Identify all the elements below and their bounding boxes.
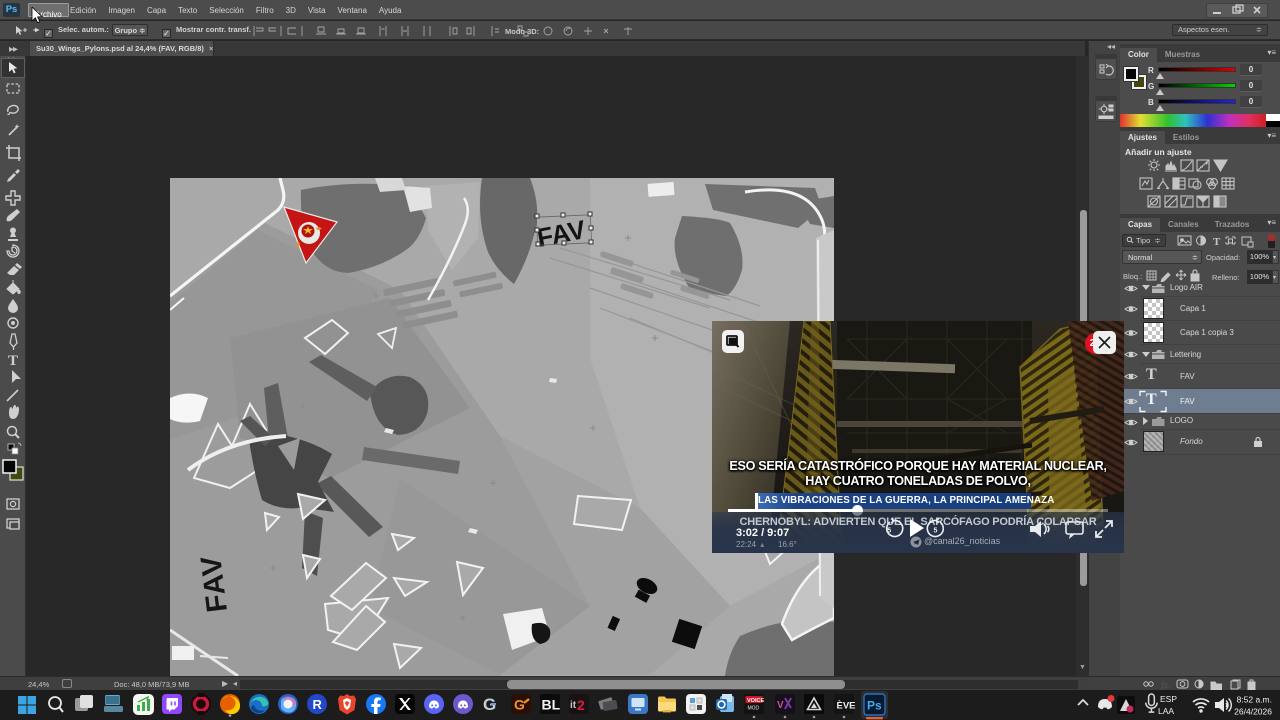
svg-text:ÈVE: ÈVE — [837, 701, 856, 712]
svg-text:T: T — [1213, 236, 1221, 248]
svg-text:5: 5 — [934, 528, 938, 535]
svg-text:VOICE: VOICE — [747, 698, 764, 704]
svg-text:T: T — [8, 353, 18, 369]
svg-text:8:52 a.m.: 8:52 a.m. — [1237, 695, 1272, 705]
svg-text:MOD: MOD — [748, 706, 760, 712]
svg-text:Ps: Ps — [867, 699, 882, 713]
svg-text:ESP: ESP — [1160, 694, 1177, 704]
svg-text:it: it — [570, 700, 577, 711]
svg-text:fx.: fx. — [1161, 680, 1170, 690]
svg-text:G: G — [514, 697, 525, 713]
svg-text:5: 5 — [887, 528, 891, 535]
svg-text:R: R — [313, 697, 323, 712]
svg-text:Modo 3D:: Modo 3D: — [505, 27, 539, 36]
svg-text:LAA: LAA — [1158, 706, 1174, 716]
svg-text:2: 2 — [577, 697, 585, 713]
svg-text:V: V — [777, 700, 784, 711]
svg-text:BL: BL — [542, 697, 561, 713]
svg-text:26/4/2026: 26/4/2026 — [1234, 707, 1272, 717]
